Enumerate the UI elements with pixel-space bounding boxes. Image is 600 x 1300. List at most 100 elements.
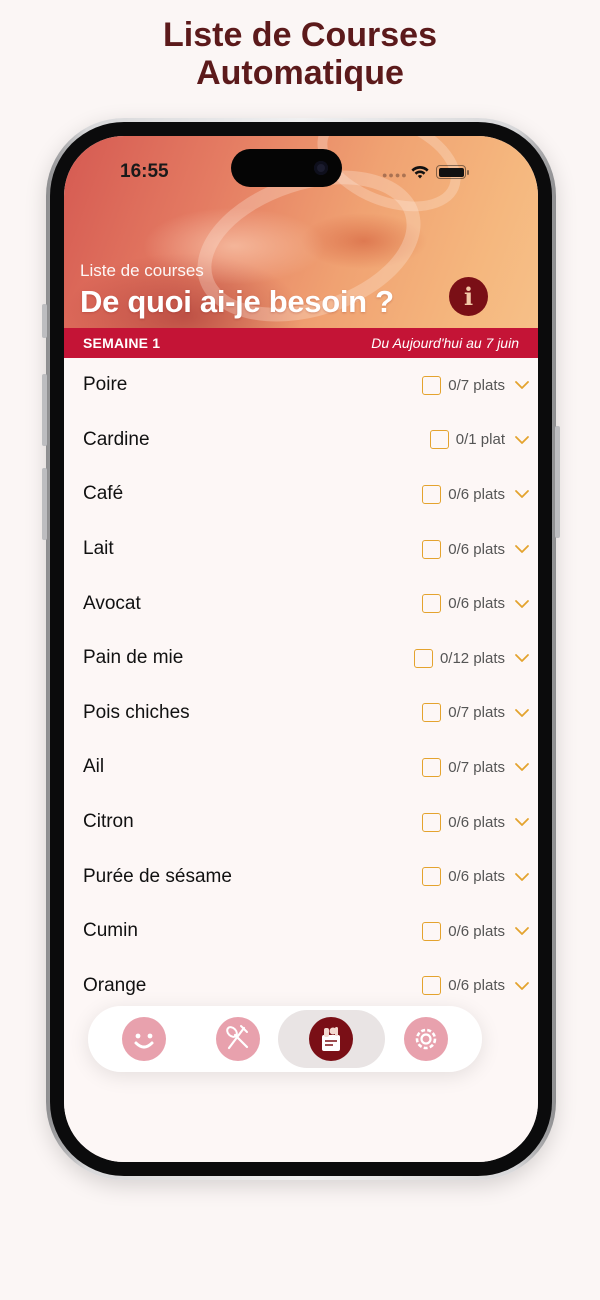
volume-up-button — [42, 374, 47, 446]
item-count: 0/7 plats — [448, 704, 505, 722]
list-item: Café 0/6 plats — [64, 467, 538, 522]
power-button — [555, 426, 560, 538]
item-name: Poire — [83, 374, 128, 396]
item-name: Pois chiches — [83, 701, 190, 723]
grocery-bag-icon — [322, 1027, 340, 1051]
chevron-down-icon[interactable] — [514, 653, 530, 663]
item-name: Purée de sésame — [83, 865, 232, 887]
chevron-down-icon[interactable] — [514, 817, 530, 827]
item-checkbox[interactable] — [422, 921, 442, 941]
item-name: Avocat — [83, 592, 141, 614]
item-controls: 0/6 plats — [422, 812, 530, 832]
action-button — [42, 304, 47, 338]
chevron-down-icon[interactable] — [514, 872, 530, 882]
item-checkbox[interactable] — [422, 976, 442, 996]
item-name: Orange — [83, 974, 147, 996]
item-controls: 0/6 plats — [422, 484, 530, 504]
header-banner: 16:55 ●●●● Liste de courses De quoi ai-j… — [64, 136, 538, 349]
chevron-down-icon[interactable] — [514, 544, 530, 554]
week-label: SEMAINE 1 — [83, 335, 161, 351]
item-count: 0/7 plats — [448, 376, 505, 394]
list-item: Pain de mie 0/12 plats — [64, 631, 538, 686]
item-count: 0/6 plats — [448, 813, 505, 831]
info-button[interactable]: i — [449, 277, 488, 316]
item-name: Lait — [83, 538, 114, 560]
volume-down-button — [42, 468, 47, 540]
screen: 16:55 ●●●● Liste de courses De quoi ai-j… — [64, 136, 538, 1162]
tab-profile[interactable] — [122, 1017, 166, 1061]
week-date-range: Du Aujourd'hui au 7 juin — [371, 335, 519, 351]
week-bar: SEMAINE 1 Du Aujourd'hui au 7 juin — [64, 328, 538, 358]
chevron-down-icon[interactable] — [514, 708, 530, 718]
item-controls: 0/7 plats — [422, 757, 530, 777]
item-count: 0/6 plats — [448, 540, 505, 558]
item-checkbox[interactable] — [422, 757, 442, 777]
item-controls: 0/6 plats — [422, 976, 530, 996]
smiley-face-icon — [134, 1033, 154, 1049]
item-count: 0/6 plats — [448, 922, 505, 940]
item-controls: 0/6 plats — [422, 539, 530, 559]
item-count: 0/6 plats — [448, 485, 505, 503]
item-checkbox[interactable] — [422, 812, 442, 832]
wifi-icon — [411, 165, 429, 179]
item-count: 0/7 plats — [448, 758, 505, 776]
list-item: Poire 0/7 plats — [64, 358, 538, 413]
chevron-down-icon[interactable] — [514, 981, 530, 991]
item-checkbox[interactable] — [422, 539, 442, 559]
header-subtitle: Liste de courses — [80, 261, 204, 280]
chevron-down-icon[interactable] — [514, 489, 530, 499]
gear-icon — [415, 1028, 437, 1050]
tab-bar — [88, 1006, 482, 1072]
promo-title-line1: Liste de Courses — [163, 16, 437, 54]
item-checkbox[interactable] — [413, 648, 433, 668]
item-count: 0/6 plats — [448, 595, 505, 613]
item-name: Citron — [83, 811, 134, 833]
page-title: De quoi ai-je besoin ? — [80, 284, 394, 319]
item-name: Café — [83, 483, 124, 505]
item-checkbox[interactable] — [422, 594, 442, 614]
fork-spoon-icon — [226, 1025, 249, 1050]
chevron-down-icon[interactable] — [514, 380, 530, 390]
item-checkbox[interactable] — [422, 867, 442, 887]
promo-title: Liste de Courses Automatique — [0, 16, 600, 92]
list-item: Orange 0/6 plats — [64, 959, 538, 1014]
item-name: Pain de mie — [83, 647, 184, 669]
chevron-down-icon[interactable] — [514, 435, 530, 445]
chevron-down-icon[interactable] — [514, 762, 530, 772]
item-checkbox[interactable] — [422, 703, 442, 723]
item-name: Cumin — [83, 920, 138, 942]
list-item: Citron 0/6 plats — [64, 795, 538, 850]
item-count: 0/6 plats — [448, 977, 505, 995]
item-controls: 0/6 plats — [422, 921, 530, 941]
item-controls: 0/12 plats — [413, 648, 530, 668]
item-checkbox[interactable] — [422, 484, 442, 504]
cellular-signal-icon: ●●●● — [382, 170, 408, 180]
status-icons: ●●●● — [382, 164, 492, 180]
chevron-down-icon[interactable] — [514, 926, 530, 936]
tab-settings[interactable] — [404, 1017, 448, 1061]
battery-icon — [436, 165, 469, 179]
phone-frame: 16:55 ●●●● Liste de courses De quoi ai-j… — [42, 118, 560, 1180]
item-controls: 0/6 plats — [422, 867, 530, 887]
shopping-list: Poire 0/7 plats Cardine 0/1 plat Café 0/6 pla… — [64, 358, 538, 1013]
chevron-down-icon[interactable] — [514, 599, 530, 609]
tab-recipes[interactable] — [216, 1017, 260, 1061]
item-count: 0/1 plat — [455, 431, 505, 449]
list-item: Cardine 0/1 plat — [64, 413, 538, 468]
item-controls: 0/7 plats — [422, 703, 530, 723]
list-item: Avocat 0/6 plats — [64, 576, 538, 631]
list-item: Pois chiches 0/7 plats — [64, 686, 538, 741]
list-item: Cumin 0/6 plats — [64, 904, 538, 959]
list-item: Purée de sésame 0/6 plats — [64, 849, 538, 904]
item-count: 0/6 plats — [448, 868, 505, 886]
item-controls: 0/1 plat — [429, 430, 530, 450]
item-checkbox[interactable] — [429, 430, 449, 450]
tab-shopping-list[interactable] — [309, 1017, 353, 1061]
dynamic-island — [231, 149, 342, 187]
item-controls: 0/6 plats — [422, 594, 530, 614]
status-time: 16:55 — [120, 161, 169, 182]
item-name: Cardine — [83, 428, 150, 450]
item-checkbox[interactable] — [422, 375, 442, 395]
item-count: 0/12 plats — [439, 649, 505, 667]
camera-icon — [314, 161, 328, 175]
